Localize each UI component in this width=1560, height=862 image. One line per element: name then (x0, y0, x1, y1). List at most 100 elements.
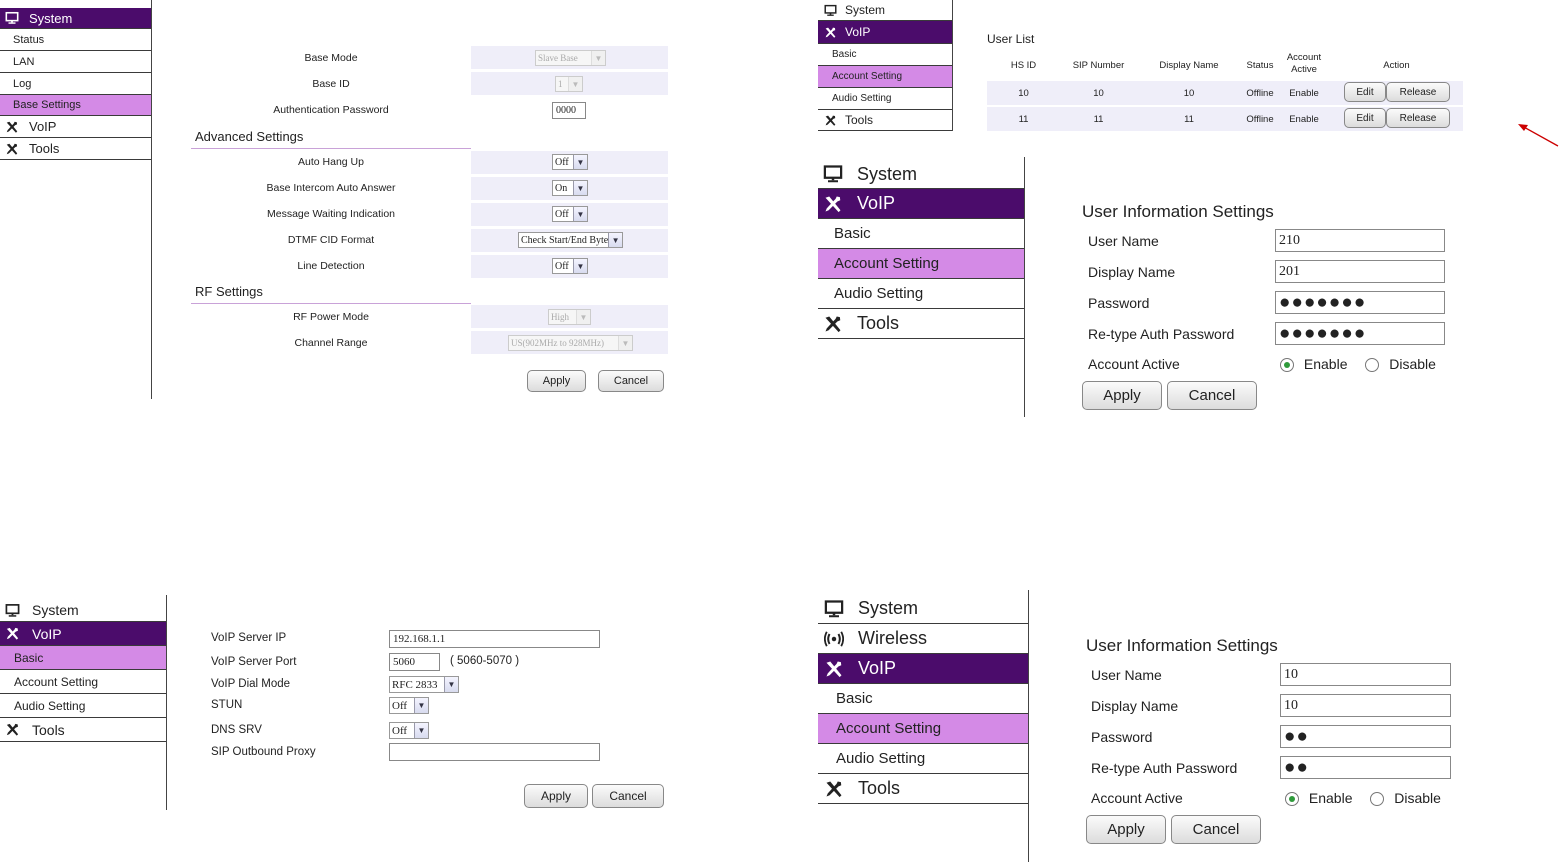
account-active-label: Account Active (1088, 356, 1180, 372)
nav-label: Account Setting (14, 674, 99, 689)
nav-tools[interactable]: Tools (818, 774, 1028, 804)
nav-system[interactable]: System (0, 8, 151, 29)
user-name-input[interactable]: 10 (1280, 663, 1451, 686)
cancel-button[interactable]: Cancel (1171, 815, 1261, 844)
channel-range-label: Channel Range (294, 337, 368, 349)
nav-status[interactable]: Status (0, 29, 151, 51)
nav-voip[interactable]: VoIP (818, 21, 952, 44)
line-detection-select[interactable]: Off ▼ (552, 258, 588, 274)
display-name-label: Display Name (1091, 698, 1179, 714)
stun-select[interactable]: Off ▼ (389, 697, 429, 714)
nav-tools[interactable]: Tools (818, 309, 1024, 339)
nav-log[interactable]: Log (0, 73, 151, 95)
auth-password-input[interactable]: 0000 (552, 102, 586, 119)
display-name-input[interactable]: 10 (1280, 694, 1451, 717)
retype-password-input[interactable]: ●● (1280, 756, 1451, 779)
nav-system[interactable]: System (818, 0, 952, 21)
nav-base-settings[interactable]: Base Settings (0, 95, 151, 116)
nav-label: Wireless (858, 628, 928, 648)
nav-basic[interactable]: Basic (0, 646, 166, 670)
nav-audio-setting[interactable]: Audio Setting (818, 88, 952, 110)
nav-label: LAN (13, 55, 35, 68)
dtmf-select[interactable]: Check Start/End Byte ▼ (518, 232, 623, 248)
release-button[interactable]: Release (1386, 108, 1450, 128)
intercom-select[interactable]: On ▼ (552, 180, 588, 196)
base-mode-select[interactable]: Slave Base ▼ (535, 50, 606, 66)
nav-voip[interactable]: VoIP (818, 654, 1028, 684)
nav-tools[interactable]: Tools (818, 110, 952, 131)
user-name-input[interactable]: 210 (1275, 229, 1445, 252)
dns-srv-select[interactable]: Off ▼ (389, 722, 429, 739)
base-id-select[interactable]: 1 ▼ (555, 76, 583, 92)
cell-status: Offline (1246, 113, 1274, 125)
cancel-button[interactable]: Cancel (598, 370, 664, 392)
nav-audio-setting[interactable]: Audio Setting (818, 744, 1028, 774)
dial-mode-select[interactable]: RFC 2833 ▼ (389, 676, 459, 693)
server-port-input[interactable]: 5060 (389, 653, 440, 671)
chevron-down-icon: ▼ (591, 51, 605, 65)
nav-audio-setting[interactable]: Audio Setting (818, 279, 1024, 309)
enable-radio[interactable] (1280, 358, 1294, 373)
nav-label: Basic (834, 225, 871, 242)
apply-button[interactable]: Apply (527, 370, 586, 392)
select-value: On (555, 182, 568, 194)
tools-cross-icon (5, 120, 19, 134)
nav-system[interactable]: System (0, 599, 166, 622)
nav-voip[interactable]: VoIP (0, 116, 151, 138)
col-header-action: Action (1383, 59, 1410, 71)
nav-tools[interactable]: Tools (0, 718, 166, 742)
form-title: User Information Settings (1086, 636, 1278, 655)
auto-hang-up-select[interactable]: Off ▼ (552, 154, 588, 170)
select-value: Off (392, 724, 408, 737)
nav-label: Account Setting (836, 720, 942, 737)
edit-button[interactable]: Edit (1344, 82, 1386, 102)
nav-account-setting[interactable]: Account Setting (818, 714, 1028, 744)
rf-power-mode-select[interactable]: High ▼ (548, 309, 591, 325)
password-input[interactable]: ●●●●●●● (1275, 291, 1445, 314)
apply-button[interactable]: Apply (1086, 815, 1166, 844)
outbound-proxy-input[interactable] (389, 743, 600, 761)
nav-label: Audio Setting (14, 698, 86, 713)
line-detection-label: Line Detection (297, 260, 365, 272)
select-value: Check Start/End Byte (521, 234, 609, 246)
mwi-select[interactable]: Off ▼ (552, 206, 588, 222)
nav-basic[interactable]: Basic (818, 44, 952, 66)
edit-button[interactable]: Edit (1344, 108, 1386, 128)
nav-label: Tools (845, 113, 874, 127)
server-ip-input[interactable]: 192.168.1.1 (389, 630, 600, 648)
apply-button[interactable]: Apply (1082, 381, 1162, 410)
chevron-down-icon: ▼ (414, 723, 428, 738)
display-name-input[interactable]: 201 (1275, 260, 1445, 283)
nav-basic[interactable]: Basic (818, 684, 1028, 714)
disable-radio[interactable] (1365, 358, 1380, 373)
nav-label: Basic (14, 650, 44, 665)
dial-mode-label: VoIP Dial Mode (211, 678, 291, 690)
nav-label: Tools (858, 778, 901, 798)
enable-label: Enable (1308, 790, 1353, 806)
channel-range-select[interactable]: US(902MHz to 928MHz) ▼ (508, 335, 633, 351)
nav-lan[interactable]: LAN (0, 51, 151, 73)
nav-label: Audio Setting (836, 750, 926, 767)
password-input[interactable]: ●● (1280, 725, 1451, 748)
nav-basic[interactable]: Basic (818, 219, 1024, 249)
nav-system[interactable]: System (818, 160, 1024, 189)
nav-tools[interactable]: Tools (0, 138, 151, 160)
nav-system[interactable]: System (818, 594, 1028, 624)
nav-wireless[interactable]: Wireless (818, 624, 1028, 654)
apply-button[interactable]: Apply (524, 784, 588, 808)
nav-voip[interactable]: VoIP (818, 189, 1024, 219)
release-button[interactable]: Release (1386, 82, 1450, 102)
nav-audio-setting[interactable]: Audio Setting (0, 694, 166, 718)
user-name-label: User Name (1091, 667, 1162, 683)
retype-password-input[interactable]: ●●●●●●● (1275, 322, 1445, 345)
cancel-button[interactable]: Cancel (592, 784, 664, 808)
nav-account-setting[interactable]: Account Setting (818, 66, 952, 88)
section-divider (191, 303, 471, 304)
enable-radio[interactable] (1285, 792, 1299, 807)
cancel-button[interactable]: Cancel (1167, 381, 1257, 410)
nav-account-setting[interactable]: Account Setting (0, 670, 166, 694)
nav-account-setting[interactable]: Account Setting (818, 249, 1024, 279)
disable-radio[interactable] (1370, 792, 1385, 807)
nav-voip[interactable]: VoIP (0, 622, 166, 646)
red-arrow-annotation (1518, 124, 1559, 147)
